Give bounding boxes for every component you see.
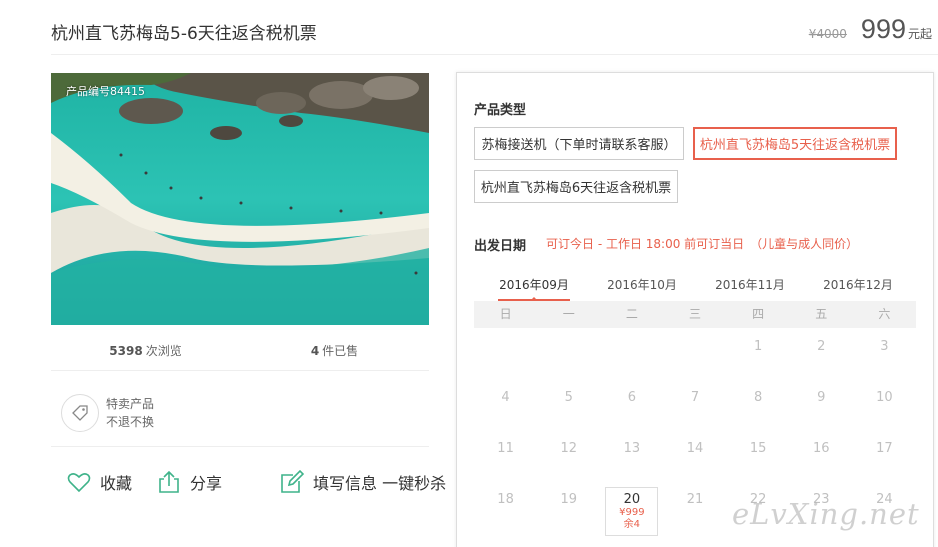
heart-icon (67, 473, 91, 493)
calendar-day: 1 (753, 339, 763, 354)
calendar-day: 6 (627, 390, 636, 405)
views-stat: 5398 次浏览 (51, 342, 240, 359)
calendar-day (537, 328, 600, 379)
calendar-day: 7 (690, 390, 700, 405)
product-option-5day[interactable]: 杭州直飞苏梅岛5天往返含税机票 (693, 127, 897, 160)
weekday: 二 (625, 307, 638, 321)
divider (51, 446, 429, 447)
available-day-box (605, 487, 659, 536)
divider (51, 370, 429, 371)
weekday: 日 (499, 307, 512, 321)
weekday: 六 (878, 307, 891, 321)
calendar-day (663, 328, 726, 379)
special-line1: 特卖产品 (106, 397, 155, 411)
sold-count: 4 (310, 344, 320, 358)
calendar-day (474, 328, 537, 379)
special-line2: 不退不换 (106, 415, 155, 429)
calendar-day: 5 (564, 390, 573, 405)
calendar-day: 14 (686, 441, 704, 456)
original-price: ¥4000 (808, 27, 847, 41)
month-tab-oct[interactable]: 2016年10月 (606, 276, 678, 301)
date-note: 可订今日 - 工作日 18:00 前可订当日 （儿童与成人同价） (546, 237, 859, 251)
calendar-day: 15 (749, 441, 767, 456)
views-label: 次浏览 (145, 344, 182, 358)
edit-icon (281, 469, 305, 493)
page-title: 杭州直飞苏梅岛5-6天往返含税机票 (51, 24, 317, 44)
views-count: 5398 (109, 344, 143, 358)
favorite-label: 收藏 (100, 474, 133, 493)
calendar-day: 8 (753, 390, 763, 405)
product-option-transfer[interactable]: 苏梅接送机（下单时请联系客服） (474, 127, 684, 160)
calendar-day: 9 (817, 390, 826, 405)
stats-bar: 5398 次浏览 4 件已售 (51, 342, 429, 359)
calendar-day: 13 (623, 441, 641, 456)
calendar-day: 16 (813, 441, 830, 456)
calendar-day (600, 328, 663, 379)
departure-date-label: 出发日期 (474, 239, 527, 254)
calendar-day: 4 (501, 390, 510, 405)
month-tabs: 2016年09月 2016年10月 2016年11月 2016年12月 (474, 276, 916, 301)
share-button[interactable]: 分享 (156, 469, 222, 495)
calendar-day: 21 (686, 492, 704, 507)
price-block: ¥4000 999 元起 (809, 14, 932, 45)
divider (51, 54, 938, 55)
calendar-day-available[interactable]: 20 ¥999 余4 (600, 481, 663, 536)
weekday: 五 (815, 307, 828, 321)
watermark: eLvXing.net (732, 497, 920, 531)
weekday-header: 日 一 二 三 四 五 六 (474, 301, 916, 328)
product-number: 产品编号84415 (66, 85, 145, 98)
product-option-6day[interactable]: 杭州直飞苏梅岛6天往返含税机票 (474, 170, 678, 203)
product-photo[interactable]: 产品编号84415 (51, 73, 429, 325)
calendar-day: 3 (880, 339, 889, 354)
calendar-day: 12 (560, 441, 577, 456)
sold-stat: 4 件已售 (240, 342, 429, 359)
calendar-day: 11 (497, 441, 514, 456)
month-tab-dec[interactable]: 2016年12月 (822, 276, 894, 301)
booking-panel: 产品类型 苏梅接送机（下单时请联系客服） 杭州直飞苏梅岛5天往返含税机票 杭州直… (456, 72, 934, 547)
calendar-day: 17 (876, 441, 893, 456)
month-tab-sep[interactable]: 2016年09月 (498, 276, 570, 301)
calendar-day: 19 (560, 492, 577, 507)
share-label: 分享 (190, 474, 223, 493)
weekday: 四 (752, 307, 765, 321)
fill-info-button[interactable]: 填写信息 一键秒杀 (279, 469, 446, 495)
weekday: 三 (688, 307, 701, 321)
share-icon (159, 470, 179, 493)
tag-icon (61, 394, 99, 432)
sold-label: 件已售 (322, 344, 359, 358)
favorite-button[interactable]: 收藏 (66, 469, 132, 495)
current-price: 999 (860, 14, 906, 44)
calendar-day: 10 (876, 390, 893, 405)
product-type-label: 产品类型 (474, 103, 527, 118)
calendar-day: 2 (817, 339, 826, 354)
calendar-day: 18 (497, 492, 514, 507)
weekday: 一 (562, 307, 575, 321)
special-notice: 特卖产品 不退不换 (61, 394, 154, 432)
month-tab-nov[interactable]: 2016年11月 (714, 276, 786, 301)
price-unit: 元起 (907, 27, 932, 41)
fill-info-label: 填写信息 一键秒杀 (313, 474, 447, 493)
